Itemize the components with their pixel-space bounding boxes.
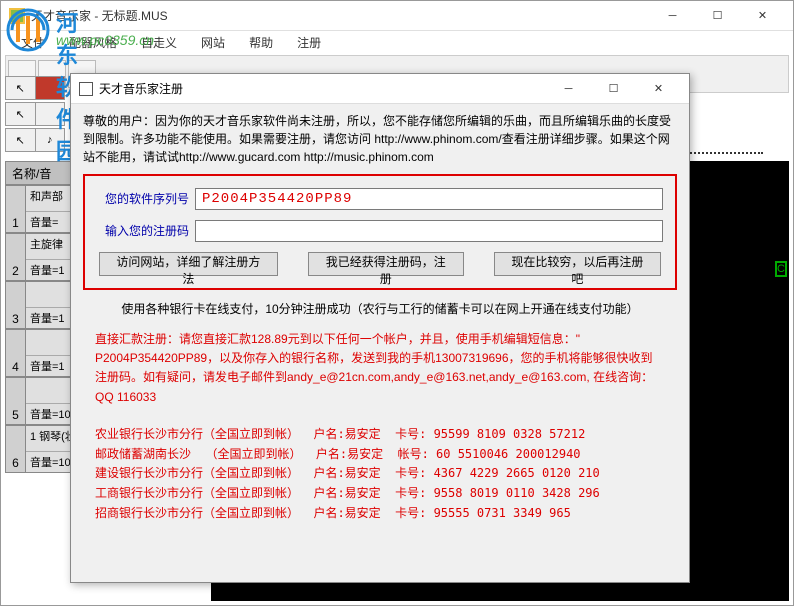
dialog-icon: [79, 82, 93, 96]
maximize-button[interactable]: ☐: [695, 2, 740, 30]
tool-palette: ↖ ↖ ↖♪: [5, 76, 65, 154]
dialog-minimize-button[interactable]: ─: [546, 75, 591, 103]
serial-label: 您的软件序列号: [97, 190, 189, 208]
dialog-title: 天才音乐家注册: [99, 80, 546, 97]
minimize-button[interactable]: ─: [650, 2, 695, 30]
color-tool-icon[interactable]: [36, 77, 65, 99]
regcode-input[interactable]: [195, 220, 663, 242]
app-icon: [9, 8, 25, 24]
register-now-button[interactable]: 我已经获得注册码，注册: [308, 252, 464, 276]
marker: C: [775, 261, 787, 277]
arrow-tool-icon[interactable]: ↖: [6, 129, 36, 151]
register-dialog: 天才音乐家注册 ─ ☐ ✕ 尊敬的用户：因为你的天才音乐家软件尚未注册，所以，您…: [70, 73, 690, 583]
serial-input[interactable]: [195, 188, 663, 210]
payment-instructions: 直接汇款注册：请您直接汇款128.89元到以下任何一个帐户，并且，使用手机编辑短…: [83, 330, 677, 407]
payment-note: 使用各种银行卡在线支付，10分钟注册成功（农行与工行的储蓄卡可以在网上开通在线支…: [83, 300, 677, 318]
dialog-intro-text: 尊敬的用户：因为你的天才音乐家软件尚未注册，所以，您不能存储您所编辑的乐曲，而且…: [83, 112, 677, 166]
menu-help[interactable]: 帮助: [237, 31, 285, 54]
main-titlebar: 天才音乐家 - 无标题.MUS ─ ☐ ✕: [1, 1, 793, 31]
regcode-label: 输入您的注册码: [97, 222, 189, 240]
dialog-titlebar: 天才音乐家注册 ─ ☐ ✕: [71, 74, 689, 104]
menu-register[interactable]: 注册: [285, 31, 333, 54]
window-title: 天才音乐家 - 无标题.MUS: [31, 7, 650, 24]
arrow-tool-icon[interactable]: ↖: [6, 77, 36, 99]
menubar: 文件 配器风格 自走义 网站 帮助 注册: [1, 31, 793, 53]
menu-file[interactable]: 文件: [9, 31, 57, 54]
dialog-close-button[interactable]: ✕: [636, 75, 681, 103]
registration-form: 您的软件序列号 输入您的注册码 访问网站，详细了解注册方法 我已经获得注册码，注…: [83, 174, 677, 290]
menu-style[interactable]: 配器风格: [57, 31, 129, 54]
bank-accounts: 农业银行长沙市分行（全国立即到帐） 户名:易安定 卡号: 95599 8109 …: [83, 425, 677, 524]
register-later-button[interactable]: 现在比较穷，以后再注册吧: [494, 252, 661, 276]
menu-custom[interactable]: 自走义: [129, 31, 189, 54]
dialog-maximize-button[interactable]: ☐: [591, 75, 636, 103]
close-button[interactable]: ✕: [740, 2, 785, 30]
note-tool-icon[interactable]: ♪: [36, 129, 65, 151]
menu-website[interactable]: 网站: [189, 31, 237, 54]
arrow-tool-icon[interactable]: ↖: [6, 103, 36, 125]
visit-website-button[interactable]: 访问网站，详细了解注册方法: [99, 252, 278, 276]
tool-cell[interactable]: [36, 103, 65, 125]
